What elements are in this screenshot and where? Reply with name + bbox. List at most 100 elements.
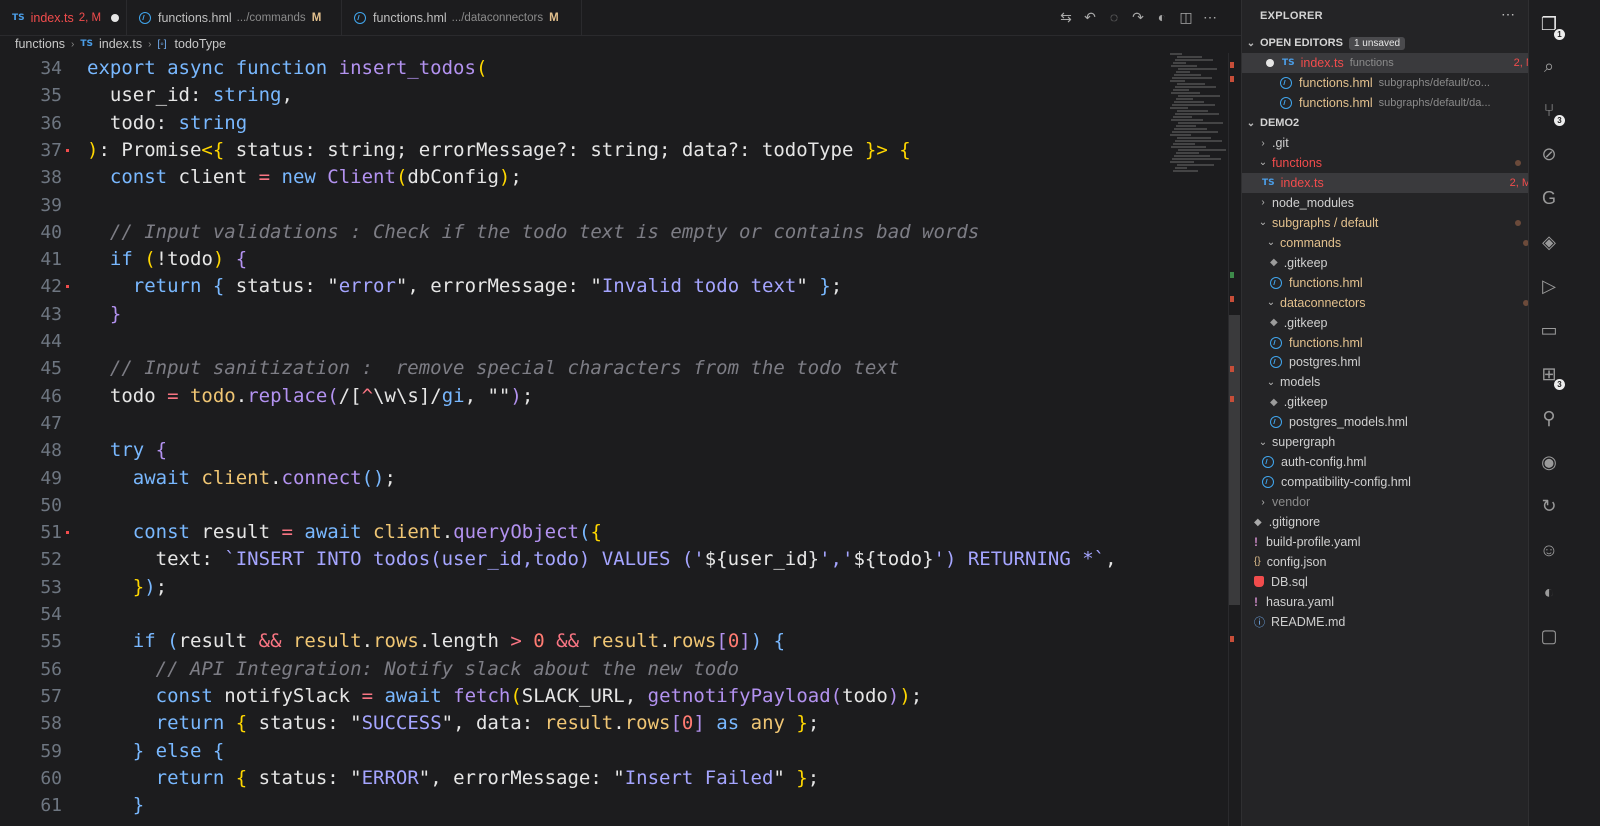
code-line[interactable]: 43 } xyxy=(0,301,1165,328)
code-text[interactable]: const notifySlack = await fetch(SLACK_UR… xyxy=(87,683,923,710)
open-editor-item[interactable]: functions.hmlsubgraphs/default/da...M xyxy=(1242,93,1567,113)
tree-file[interactable]: DB.sql xyxy=(1242,572,1541,592)
tree-file[interactable]: ⓘ README.md xyxy=(1242,612,1541,632)
unsaved-dot-icon[interactable] xyxy=(1266,59,1274,67)
code-text[interactable]: if (!todo) { xyxy=(87,246,247,273)
tree-file[interactable]: TS index.ts 2, M xyxy=(1242,172,1549,193)
code-line[interactable]: 34 export async function insert_todos( xyxy=(0,55,1165,82)
code-line[interactable]: 58 return { status: "SUCCESS", data: res… xyxy=(0,710,1165,737)
tree-file[interactable]: compatibility-config.hml xyxy=(1242,472,1549,492)
tree-file[interactable]: ! hasura.yaml xyxy=(1242,592,1541,612)
code-line[interactable]: 40 // Input validations : Check if the t… xyxy=(0,219,1165,246)
breadcrumb-folder[interactable]: functions xyxy=(15,37,65,51)
tree-file[interactable]: ◆ .gitkeep xyxy=(1242,392,1557,412)
code-line[interactable]: 48 try { xyxy=(0,437,1165,464)
code-text[interactable]: // Input sanitization : remove special c… xyxy=(87,355,899,382)
code-text[interactable]: user_id: string, xyxy=(87,82,293,109)
code-text[interactable]: return { status: "SUCCESS", data: result… xyxy=(87,710,820,737)
tree-folder[interactable]: › node_modules xyxy=(1242,193,1541,213)
tree-folder[interactable]: ⌄ functions xyxy=(1242,153,1541,173)
code-text[interactable]: export async function insert_todos( xyxy=(87,55,487,82)
search-icon[interactable]: ⌕ xyxy=(1537,54,1561,78)
tree-folder[interactable]: › .git xyxy=(1242,133,1541,153)
code-line[interactable]: 37): Promise<{ status: string; errorMess… xyxy=(0,137,1165,164)
timeline-icon[interactable]: ◐ xyxy=(1155,9,1169,26)
open-editor-item[interactable]: functions.hmlsubgraphs/default/co...M xyxy=(1242,73,1567,93)
source-control-icon[interactable]: ⑂ 3 xyxy=(1537,98,1565,126)
share-icon[interactable]: ↻ xyxy=(1537,494,1561,518)
github-icon[interactable]: ◉ xyxy=(1537,450,1561,474)
gitlens-icon[interactable]: G xyxy=(1537,186,1561,210)
more-actions-icon[interactable]: ⋯ xyxy=(1501,6,1515,23)
code-text[interactable]: }); xyxy=(87,574,167,601)
code-line[interactable]: 36 todo: string xyxy=(0,110,1165,137)
code-text[interactable]: todo = todo.replace(/[^\w\s]/gi, ""); xyxy=(87,383,533,410)
code-text[interactable]: // API Integration: Notify slack about t… xyxy=(87,656,739,683)
code-text[interactable]: const result = await client.queryObject(… xyxy=(87,519,602,546)
tree-folder[interactable]: ⌄ supergraph xyxy=(1242,432,1541,452)
code-line[interactable]: 60 return { status: "ERROR", errorMessag… xyxy=(0,765,1165,792)
tree-file[interactable]: ◆ .gitkeep xyxy=(1242,253,1557,273)
tree-folder[interactable]: ⌄ models xyxy=(1242,372,1549,392)
tree-folder[interactable]: ⌄ subgraphs / default xyxy=(1242,213,1541,233)
tree-file[interactable]: functions.hmlM xyxy=(1242,333,1557,353)
code-line[interactable]: 56 // API Integration: Notify slack abou… xyxy=(0,656,1165,683)
tree-file[interactable]: ◆ .gitkeep xyxy=(1242,313,1557,333)
code-text[interactable]: const client = new Client(dbConfig); xyxy=(87,164,522,191)
code-line[interactable]: 42 return { status: "error", errorMessag… xyxy=(0,273,1165,300)
code-text[interactable]: } else { xyxy=(87,738,225,765)
edge-icon[interactable]: ◐ xyxy=(1537,580,1561,604)
code-line[interactable]: 51 const result = await client.queryObje… xyxy=(0,519,1165,546)
tree-file[interactable]: ! build-profile.yaml xyxy=(1242,532,1541,552)
code-text[interactable]: } xyxy=(87,792,144,819)
open-editors-header[interactable]: ⌄ OPEN EDITORS 1 unsaved xyxy=(1242,33,1529,53)
code-line[interactable]: 54 xyxy=(0,601,1165,628)
blame-icon[interactable]: ◌ xyxy=(1107,9,1121,26)
code-line[interactable]: 59 } else { xyxy=(0,738,1165,765)
graph-icon[interactable]: ⚲ xyxy=(1537,406,1561,430)
open-editor-item[interactable]: TS index.ts functions 2, M xyxy=(1242,53,1553,73)
code-text[interactable]: try { xyxy=(87,437,167,464)
breadcrumb-file[interactable]: index.ts xyxy=(99,37,142,51)
tab-index-ts[interactable]: TS index.ts 2, M xyxy=(0,0,127,35)
code-line[interactable]: 41 if (!todo) { xyxy=(0,246,1165,273)
tree-folder[interactable]: ⌄ commands xyxy=(1242,233,1549,253)
code-line[interactable]: 49 await client.connect(); xyxy=(0,465,1165,492)
code-text[interactable]: if (result && result.rows.length > 0 && … xyxy=(87,628,785,655)
breadcrumb-symbol[interactable]: todoType xyxy=(175,37,226,51)
tree-folder[interactable]: › vendor xyxy=(1242,492,1541,512)
tree-file[interactable]: auth-config.hml xyxy=(1242,452,1549,472)
code-line[interactable]: 39 xyxy=(0,192,1165,219)
scrollbar-thumb[interactable] xyxy=(1229,315,1240,605)
split-editor-icon[interactable]: ◫ xyxy=(1179,9,1193,26)
remote-explorer-icon[interactable]: ▭ xyxy=(1537,318,1561,342)
code-line[interactable]: 55 if (result && result.rows.length > 0 … xyxy=(0,628,1165,655)
code-line[interactable]: 46 todo = todo.replace(/[^\w\s]/gi, ""); xyxy=(0,383,1165,410)
tree-file[interactable]: {} config.json xyxy=(1242,552,1541,572)
go-back-icon[interactable]: ↶ xyxy=(1083,9,1097,26)
code-line[interactable]: 61 } xyxy=(0,792,1165,819)
project-header[interactable]: ⌄ DEMO2 xyxy=(1242,113,1529,133)
tree-file[interactable]: functions.hmlM xyxy=(1242,273,1557,293)
extensions-icon[interactable]: ⊞ 3 xyxy=(1537,362,1565,390)
code-editor[interactable]: 34 export async function insert_todos(35 … xyxy=(0,55,1165,826)
code-line[interactable]: 52 text: `INSERT INTO todos(user_id,todo… xyxy=(0,546,1165,573)
more-actions-icon[interactable]: ⋯ xyxy=(1203,9,1217,26)
code-line[interactable]: 57 const notifySlack = await fetch(SLACK… xyxy=(0,683,1165,710)
code-text[interactable]: todo: string xyxy=(87,110,247,137)
tab-functions-dataconnectors[interactable]: functions.hml .../dataconnectors M xyxy=(342,0,582,35)
copilot-icon[interactable]: ☺ xyxy=(1537,538,1561,562)
files-icon[interactable]: ❐ 1 xyxy=(1537,12,1565,40)
tree-file[interactable]: ◆ .gitignore xyxy=(1242,512,1541,532)
code-line[interactable]: 53 }); xyxy=(0,574,1165,601)
code-line[interactable]: 50 xyxy=(0,492,1165,519)
code-text[interactable]: ): Promise<{ status: string; errorMessag… xyxy=(87,137,911,164)
code-line[interactable]: 45 // Input sanitization : remove specia… xyxy=(0,355,1165,382)
code-text[interactable]: } xyxy=(87,301,121,328)
code-text[interactable]: return { status: "error", errorMessage: … xyxy=(87,273,842,300)
code-text[interactable]: text: `INSERT INTO todos(user_id,todo) V… xyxy=(87,546,1117,573)
minimap[interactable] xyxy=(1170,53,1228,173)
code-line[interactable]: 38 const client = new Client(dbConfig); xyxy=(0,164,1165,191)
chat-icon[interactable]: ▢ xyxy=(1537,624,1561,648)
docker-icon[interactable]: ◈ xyxy=(1537,230,1561,254)
